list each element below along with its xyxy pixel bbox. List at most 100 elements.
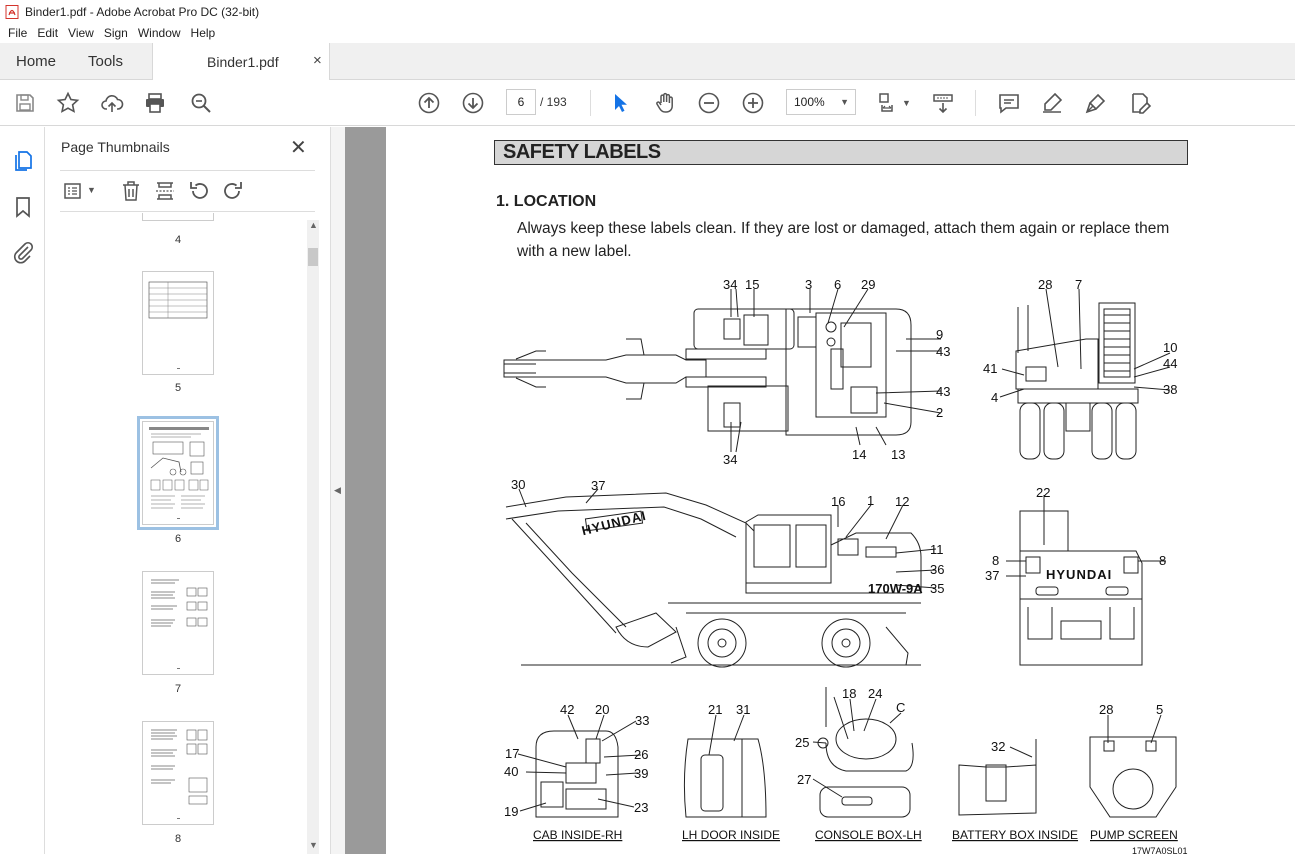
thumbnail-page-5[interactable] [142, 271, 214, 375]
label-number: 35 [930, 581, 944, 596]
zoom-in-icon[interactable] [741, 91, 765, 115]
hand-pan-icon[interactable] [653, 91, 677, 115]
thumbnail-label: 7 [174, 683, 182, 695]
acrobat-app-icon [5, 4, 19, 19]
close-panel-button[interactable]: ✕ [290, 135, 307, 160]
label-number: 25 [795, 735, 809, 750]
delete-page-icon[interactable] [119, 179, 143, 203]
zoom-level-select[interactable]: 100% ▼ [786, 89, 856, 115]
rotate-right-icon[interactable] [221, 179, 245, 203]
label-number: 2 [936, 405, 943, 420]
thumbnails-panel: Page Thumbnails ✕ ▼ 4 5 6 7 8 [45, 127, 330, 854]
thumbnail-scrollbar[interactable]: ▲ ▼ [307, 220, 319, 854]
tab-close-button[interactable]: × [313, 52, 322, 69]
thumbnail-page-8[interactable] [142, 721, 214, 825]
label-number: 8 [1159, 553, 1166, 568]
scroll-up-icon[interactable]: ▲ [309, 220, 318, 230]
upload-cloud-icon[interactable] [100, 91, 124, 115]
menu-help[interactable]: Help [191, 26, 216, 40]
tab-document[interactable]: Binder1.pdf × [152, 43, 330, 80]
label-number: 12 [895, 494, 909, 509]
panel-title: Page Thumbnails [61, 139, 170, 155]
safety-label-location-figure: 34 15 3 6 29 9 43 43 2 13 14 34 28 7 10 … [503, 277, 1188, 854]
title-bar: Binder1.pdf - Adobe Acrobat Pro DC (32-b… [0, 0, 1295, 23]
label-number: 5 [1156, 702, 1163, 717]
tab-document-label: Binder1.pdf [207, 54, 279, 70]
model-text: 170W-9A [868, 581, 923, 596]
label-number: 44 [1163, 356, 1177, 371]
label-number: CAB INSIDE-RH [533, 828, 622, 842]
label-number: 18 [842, 686, 856, 701]
label-number: 33 [635, 713, 649, 728]
menu-sign[interactable]: Sign [104, 26, 128, 40]
label-number: 36 [930, 562, 944, 577]
label-number: 29 [861, 277, 875, 292]
collapse-left-icon[interactable]: ◀ [334, 485, 341, 496]
select-pointer-icon[interactable] [608, 91, 632, 115]
thumbnail-page-7[interactable] [142, 571, 214, 675]
highlight-pen-icon[interactable] [1040, 91, 1064, 115]
zoom-out-icon[interactable] [697, 91, 721, 115]
label-number: 40 [504, 764, 518, 779]
label-number: CONSOLE BOX-LH [815, 828, 922, 842]
previous-page-icon[interactable] [417, 91, 441, 115]
label-number: PUMP SCREEN [1090, 828, 1178, 842]
label-number: 16 [831, 494, 845, 509]
label-number: 42 [560, 702, 574, 717]
edit-document-icon[interactable] [1128, 91, 1152, 115]
label-number: 32 [991, 739, 1005, 754]
bookmarks-icon[interactable] [11, 195, 35, 219]
next-page-icon[interactable] [461, 91, 485, 115]
thumbnail-list: 4 5 6 7 8 [45, 213, 307, 854]
label-number: 24 [868, 686, 882, 701]
page-thumbnails-icon[interactable] [11, 149, 35, 173]
menu-window[interactable]: Window [138, 26, 181, 40]
pdf-page: SAFETY LABELS 1. LOCATION Always keep th… [386, 127, 1295, 854]
document-background [345, 127, 386, 854]
thumbnail-label: 4 [174, 234, 182, 246]
fit-page-chevron-icon[interactable]: ▼ [902, 98, 911, 108]
label-number: 15 [745, 277, 759, 292]
attachments-paperclip-icon[interactable] [11, 240, 35, 264]
rotate-left-icon[interactable] [187, 179, 211, 203]
print-icon[interactable] [143, 91, 167, 115]
menu-edit[interactable]: Edit [37, 26, 58, 40]
thumbnail-label: 6 [174, 533, 182, 545]
thumbnail-options-icon[interactable] [62, 179, 86, 203]
thumbnail-label: 8 [174, 833, 182, 845]
label-number: 11 [930, 542, 944, 557]
sign-pen-icon[interactable] [1084, 91, 1108, 115]
label-number: 41 [983, 361, 997, 376]
tab-bar: Home Tools Binder1.pdf × [0, 43, 1295, 80]
scrollbar-thumb[interactable] [308, 248, 318, 266]
toolbar-divider [975, 90, 976, 116]
scroll-mode-icon[interactable] [931, 91, 955, 115]
thumbnail-page-4[interactable] [142, 213, 214, 221]
label-number: 37 [985, 568, 999, 583]
menu-file[interactable]: File [8, 26, 27, 40]
zoom-search-icon[interactable] [189, 91, 213, 115]
insert-page-icon[interactable] [153, 179, 177, 203]
thumbnail-page-6[interactable] [137, 416, 219, 530]
comment-icon[interactable] [997, 91, 1021, 115]
label-number: 3 [805, 277, 812, 292]
window-title: Binder1.pdf - Adobe Acrobat Pro DC (32-b… [25, 4, 260, 19]
scroll-down-icon[interactable]: ▼ [309, 840, 318, 850]
label-number: 4 [991, 390, 998, 405]
page-number-input[interactable]: 6 [506, 89, 536, 115]
label-number: 8 [992, 553, 999, 568]
options-chevron-icon[interactable]: ▼ [87, 185, 96, 195]
top-view-drawing [503, 308, 912, 436]
bookmark-star-icon[interactable] [56, 91, 80, 115]
menu-bar: File Edit View Sign Window Help [0, 23, 1295, 43]
menu-view[interactable]: View [68, 26, 94, 40]
tab-home[interactable]: Home [16, 53, 56, 70]
label-number: 43 [936, 384, 950, 399]
save-icon[interactable] [13, 91, 37, 115]
tab-tools[interactable]: Tools [88, 53, 123, 70]
panel-collapse-handle[interactable]: ◀ [330, 127, 345, 854]
fit-page-icon[interactable] [876, 91, 900, 115]
figure-captions: CAB INSIDE-RH LH DOOR INSIDE CONSOLE BOX… [533, 828, 1178, 842]
thumbnail-label: 5 [174, 382, 182, 394]
label-number: 1 [867, 493, 874, 508]
